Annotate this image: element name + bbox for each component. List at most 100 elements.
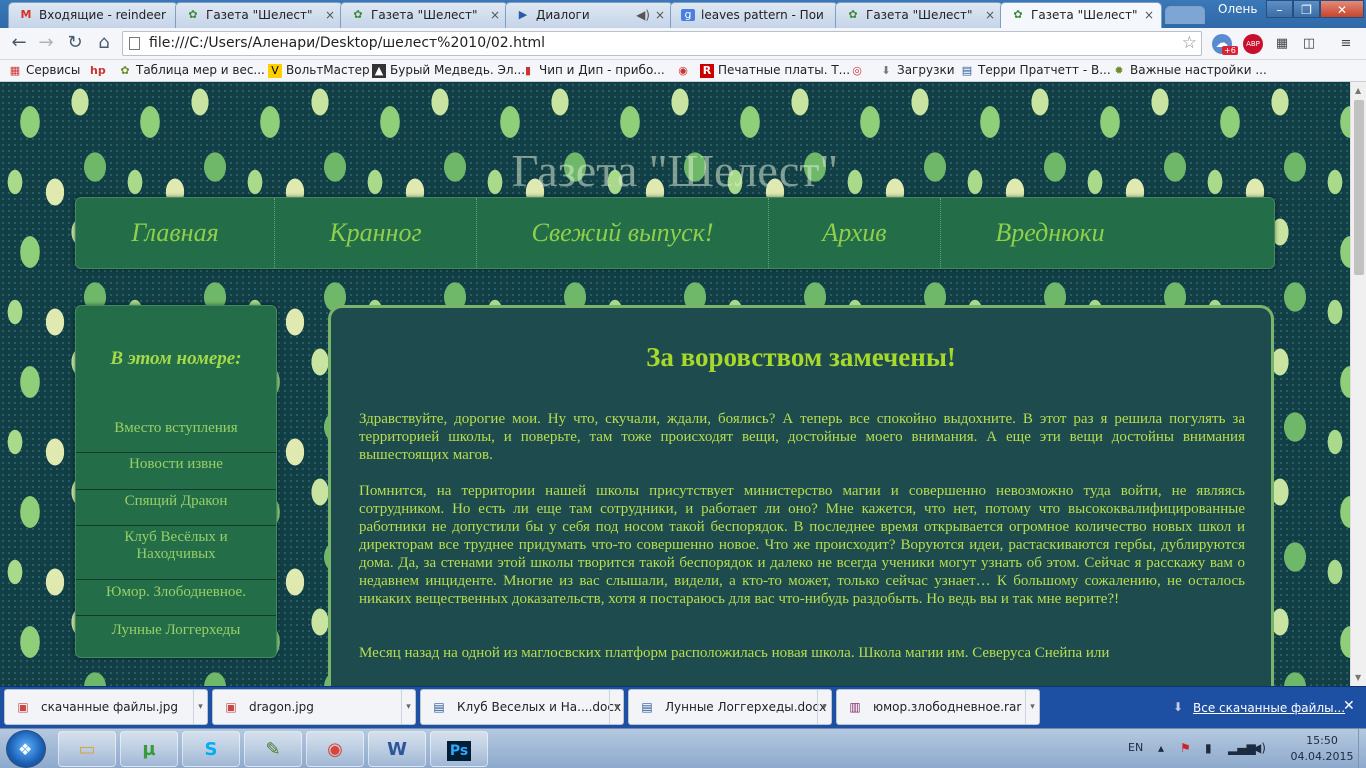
bookmark-hp[interactable]: hp: [90, 63, 108, 79]
tab-gmail[interactable]: M Входящие - reindeer: [8, 2, 178, 28]
close-downloads-bar-icon[interactable]: ✕: [1343, 698, 1355, 714]
target-icon: ◎: [852, 64, 862, 77]
notepad-taskbar-icon[interactable]: ✎: [244, 731, 302, 767]
windows-logo-icon: ❖: [18, 740, 33, 759]
bookmark-chip-dip[interactable]: ▮ Чип и Дип - прибо...: [521, 63, 665, 79]
back-icon[interactable]: ←: [8, 32, 30, 54]
clock-date[interactable]: 04.04.2015: [1290, 750, 1354, 763]
mute-icon[interactable]: ◀): [636, 3, 650, 27]
tab-dialogi[interactable]: ▶ Диалоги ◀) ×: [505, 2, 673, 28]
chevron-down-icon[interactable]: ▾: [401, 690, 415, 724]
photoshop-taskbar-icon[interactable]: Ps: [430, 731, 488, 767]
word-taskbar-icon[interactable]: W: [368, 731, 426, 767]
tab-gazeta-2[interactable]: ✿ Газета "Шелест" ×: [340, 2, 508, 28]
bookmark-settings[interactable]: ✹ Важные настройки ...: [1112, 63, 1266, 79]
gmail-icon: M: [20, 8, 32, 21]
close-tab-icon[interactable]: ×: [1144, 3, 1154, 27]
language-indicator[interactable]: EN: [1128, 741, 1143, 754]
bookmark-target[interactable]: ◎: [850, 63, 868, 79]
tab-title: Диалоги: [536, 8, 590, 22]
chevron-down-icon[interactable]: ▾: [1025, 690, 1039, 724]
maximize-button[interactable]: ❐: [1293, 0, 1320, 18]
clock-time[interactable]: 15:50: [1298, 734, 1346, 747]
bookmark-star-icon[interactable]: ☆: [1182, 33, 1197, 53]
weather-badge: +6: [1222, 46, 1238, 55]
scroll-down-arrow-icon[interactable]: ▼: [1355, 673, 1361, 682]
show-desktop-button[interactable]: [1358, 729, 1366, 768]
nav-vrednyuki[interactable]: Вреднюки: [941, 198, 1159, 268]
tab-gazeta-active[interactable]: ✿ Газета "Шелест" ×: [1000, 2, 1162, 28]
sidebar-heading: В этом номере:: [110, 348, 242, 369]
show-all-downloads-link[interactable]: Все скачанные файлы...: [1193, 701, 1345, 715]
adblock-icon[interactable]: ABP: [1243, 34, 1263, 54]
sidebar-link-intro[interactable]: Вместо вступления: [76, 418, 276, 453]
bookmark-unnamed[interactable]: ◉: [676, 63, 694, 79]
close-tab-icon[interactable]: ×: [985, 3, 995, 27]
nav-home[interactable]: Главная: [76, 198, 275, 268]
tab-title: Газета "Шелест": [206, 8, 313, 22]
issue-sidebar: В этом номере: Вместо вступления Новости…: [75, 305, 277, 658]
bookmark-pratchett[interactable]: ▤ Терри Пратчетт - В...: [960, 63, 1111, 79]
chevron-down-icon[interactable]: ▾: [193, 690, 207, 724]
voltmaster-icon: V: [268, 64, 282, 78]
bookmark-voltmaster[interactable]: V ВольтМастер: [268, 63, 370, 79]
sidebar-link-loggerheads[interactable]: Лунные Логгерхеды: [76, 616, 276, 654]
volume-icon[interactable]: ◀): [1252, 741, 1266, 755]
tray-expand-icon[interactable]: ▴: [1158, 741, 1164, 755]
close-tab-icon[interactable]: ×: [325, 3, 335, 27]
menu-icon[interactable]: ≡: [1336, 34, 1356, 54]
page-scrollbar[interactable]: ▲ ▼: [1350, 82, 1366, 686]
leaf-icon: ✿: [120, 64, 130, 77]
chrome-taskbar-icon[interactable]: ◉: [306, 731, 364, 767]
book-icon: ▤: [961, 64, 973, 77]
chevron-down-icon[interactable]: ▾: [817, 690, 831, 724]
close-tab-icon[interactable]: ×: [490, 3, 500, 27]
scroll-thumb[interactable]: [1354, 100, 1364, 275]
address-bar[interactable]: file:///C:/Users/Аленари/Desktop/шелест%…: [122, 31, 1202, 56]
skype-taskbar-icon[interactable]: S: [182, 731, 240, 767]
download-item[interactable]: ▤ Клуб Веселых и На....docx ▾: [420, 689, 624, 725]
bookmark-services[interactable]: ▦ Сервисы: [8, 63, 81, 79]
home-icon[interactable]: ⌂: [93, 32, 115, 54]
bookmark-downloads[interactable]: ⬇ Загрузки: [879, 63, 954, 79]
download-item[interactable]: ▤ Лунные Логгерхеды.docx ▾: [628, 689, 832, 725]
minimize-button[interactable]: –: [1266, 0, 1293, 18]
download-item[interactable]: ▣ dragon.jpg ▾: [212, 689, 416, 725]
utorrent-taskbar-icon[interactable]: µ: [120, 731, 178, 767]
article-title: За воровством замечены!: [646, 342, 956, 372]
new-tab-button[interactable]: [1165, 6, 1205, 24]
nav-archive[interactable]: Архив: [769, 198, 941, 268]
tab-gazeta-1[interactable]: ✿ Газета "Шелест" ×: [175, 2, 343, 28]
nav-krannog[interactable]: Кранног: [275, 198, 477, 268]
battery-icon[interactable]: ▮: [1205, 741, 1212, 755]
sidebar-link-kvn[interactable]: Клуб Весёлых и Находчивых: [76, 526, 276, 580]
url-text[interactable]: file:///C:/Users/Аленари/Desktop/шелест%…: [149, 35, 545, 51]
tab-gazeta-3[interactable]: ✿ Газета "Шелест" ×: [835, 2, 1003, 28]
nav-latest-issue[interactable]: Свежий выпуск!: [477, 198, 769, 268]
tab-leaves-pattern[interactable]: g leaves pattern - Пои: [670, 2, 838, 28]
explorer-taskbar-icon[interactable]: ▭: [58, 731, 116, 767]
action-center-icon[interactable]: ⚑: [1180, 741, 1191, 755]
page-icon: [129, 37, 140, 50]
chip-icon: ▮: [524, 64, 532, 77]
chevron-down-icon[interactable]: ▾: [609, 690, 623, 724]
scroll-up-arrow-icon[interactable]: ▲: [1355, 86, 1361, 95]
start-button[interactable]: ❖: [6, 730, 46, 768]
download-item[interactable]: ▣ скачанные файлы.jpg ▾: [4, 689, 208, 725]
sidebar-link-dragon[interactable]: Спящий Дракон: [76, 490, 276, 526]
close-window-button[interactable]: ✕: [1320, 0, 1364, 18]
page-viewport: Газета "Шелест" Главная Кранног Свежий в…: [0, 82, 1350, 686]
download-item[interactable]: ▥ юмор.злободневное.rar ▾: [836, 689, 1040, 725]
bookmark-buryi-medved[interactable]: ▲ Бурый Медведь. Эл...: [372, 63, 525, 79]
extension-puzzle-icon[interactable]: ▦: [1272, 34, 1292, 54]
sidebar-link-humor[interactable]: Юмор. Злободневное.: [76, 580, 276, 616]
reload-icon[interactable]: ↻: [64, 32, 86, 54]
bookmark-tablica[interactable]: ✿ Таблица мер и вес...: [118, 63, 264, 79]
sidebar-link-news[interactable]: Новости извне: [76, 453, 276, 490]
profile-name[interactable]: Олень: [1218, 2, 1257, 16]
cast-icon[interactable]: ◫: [1299, 34, 1319, 54]
forward-icon[interactable]: →: [35, 32, 57, 54]
main-navigation: Главная Кранног Свежий выпуск! Архив Вре…: [75, 197, 1275, 269]
bookmark-pechatnye-platy[interactable]: R Печатные платы. Т...: [700, 63, 850, 79]
close-tab-icon[interactable]: ×: [655, 3, 665, 27]
